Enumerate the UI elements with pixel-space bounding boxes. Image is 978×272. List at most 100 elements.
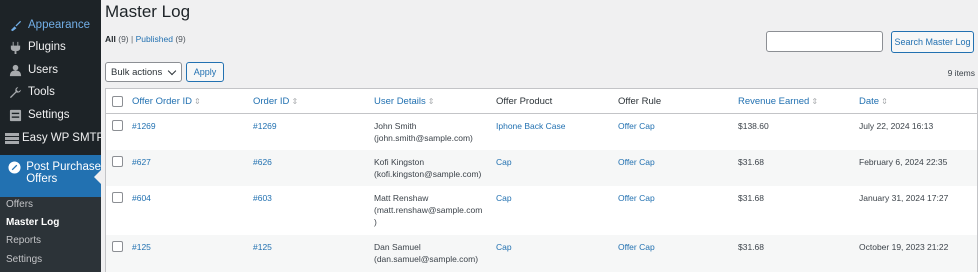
date: February 6, 2024 22:35 [859,157,948,167]
sidebar-item-plugins[interactable]: Plugins [0,36,101,58]
revenue-earned: $31.68 [738,242,764,252]
email-icon [5,132,19,144]
column-offer-order-id[interactable]: Offer Order ID ⇕ [132,96,201,108]
user-details: Kofi Kingston (kofi.kingston@sample.com) [374,156,481,180]
table-row: #627 #626 Kofi Kingston (kofi.kingston@sa… [106,150,977,186]
filter-published-label: Published [135,34,173,44]
status-filters: All (9) | Published (9) [105,34,186,44]
sort-icon: ⇕ [427,97,435,106]
submenu-item-reports[interactable]: Reports [6,235,41,246]
sidebar-item-label: Appearance [28,19,91,31]
sidebar-item-appearance[interactable]: Appearance [0,14,101,36]
sort-icon: ⇕ [881,97,888,106]
user-email-wrap: ) [374,217,377,227]
offer-rule-link[interactable]: Offer Cap [618,156,655,168]
user-details: Matt Renshaw (matt.renshaw@sample.com) [374,192,482,228]
sidebar-item-tools[interactable]: Tools [0,81,101,103]
bulk-actions-select[interactable]: Bulk actions [105,62,182,82]
offer-product-link[interactable]: Cap [496,156,512,168]
column-order-id[interactable]: Order ID ⇕ [253,96,298,108]
offer-product-link[interactable]: Cap [496,192,512,204]
search-master-log-button[interactable]: Search Master Log [891,31,974,53]
plug-icon [5,41,25,54]
order-id-link[interactable]: #125 [253,241,272,253]
date: January 31, 2024 17:27 [859,193,949,203]
page-title: Master Log [105,2,191,21]
user-email: (dan.samuel@sample.com) [374,254,479,264]
user-email: (john.smith@sample.com) [374,133,473,143]
offer-rule-link[interactable]: Offer Cap [618,120,655,132]
row-checkbox[interactable] [112,192,123,203]
column-label: Date [859,96,880,107]
table-row: #604 #603 Matt Renshaw (matt.renshaw@samp… [106,186,977,235]
sidebar-item-users[interactable]: Users [0,59,101,81]
offer-rule-link[interactable]: Offer Cap [618,192,655,204]
submenu: Offers Master Log Reports Settings [0,197,101,272]
apply-button[interactable]: Apply [186,62,224,82]
user-details: Dan Samuel (dan.samuel@sample.com) [374,241,478,265]
sidebar-item-settings[interactable]: Settings [0,104,101,126]
items-count: 9 items [947,68,975,78]
sidebar-item-label: Easy WP SMTP [22,132,101,144]
chevron-down-icon [167,66,177,76]
column-date[interactable]: Date ⇕ [859,96,888,108]
select-all-checkbox[interactable] [112,96,123,107]
filter-all-count: (9) [118,34,129,44]
sidebar-item-label: Post Purchase Offers [26,161,101,185]
sidebar-item-easy-wp-smtp[interactable]: Easy WP SMTP [0,127,101,149]
column-user-details[interactable]: User Details ⇕ [374,96,434,108]
submenu-item-master-log[interactable]: Master Log [6,217,59,228]
filter-separator: | [131,34,134,44]
offers-icon [5,161,23,174]
order-id-link[interactable]: #603 [253,192,272,204]
user-name: Kofi Kingston [374,157,425,167]
sort-icon: ⇕ [291,97,299,106]
wrench-icon [5,86,25,99]
user-icon [5,64,25,77]
offer-product-link[interactable]: Iphone Back Case [496,120,565,132]
date: October 19, 2023 21:22 [859,242,949,252]
offer-order-id-link[interactable]: #627 [132,156,151,168]
sort-icon: ⇕ [811,97,819,106]
column-offer-rule: Offer Rule [618,96,662,107]
sidebar-item-post-purchase-offers[interactable]: Post Purchase Offers [0,155,101,197]
revenue-earned: $31.68 [738,193,764,203]
sidebar-item-label: Users [28,64,59,76]
order-id-link[interactable]: #1269 [253,120,277,132]
submenu-item-settings[interactable]: Settings [6,254,42,265]
admin-sidebar: Appearance Plugins Users Tools Settings … [0,0,101,272]
offer-order-id-link[interactable]: #125 [132,241,151,253]
offer-product-link[interactable]: Cap [496,241,512,253]
sidebar-item-label: Settings [28,109,70,121]
column-label: Revenue Earned [738,96,810,107]
row-checkbox[interactable] [112,120,123,131]
offer-order-id-link[interactable]: #1269 [132,120,156,132]
current-menu-arrow [94,170,101,184]
table-row: #1269 #1269 John Smith (john.smith@sample… [106,114,977,150]
column-label: User Details [374,96,426,107]
user-name: Matt Renshaw [374,193,429,203]
column-label: Offer Order ID [132,96,193,107]
search-input[interactable] [766,31,883,52]
sidebar-item-label: Plugins [28,41,66,53]
bulk-actions-value: Bulk actions [111,66,163,78]
sidebar-active-label-line1: Post Purchase [26,161,101,173]
sidebar-active-label-line2: Offers [26,173,58,185]
offer-rule-link[interactable]: Offer Cap [618,241,655,253]
row-checkbox[interactable] [112,156,123,167]
main-content: Master Log All (9) | Published (9) Searc… [101,0,978,272]
filter-all[interactable]: All (9) [105,34,129,44]
revenue-earned: $31.68 [738,157,764,167]
order-id-link[interactable]: #626 [253,156,272,168]
user-name: Dan Samuel [374,242,421,252]
row-checkbox[interactable] [112,241,123,252]
filter-published[interactable]: Published (9) [136,34,186,44]
user-name: John Smith [374,121,417,131]
offer-order-id-link[interactable]: #604 [132,192,151,204]
table-header: Offer Order ID ⇕ Order ID ⇕ User Details ⇕ … [106,89,977,114]
column-revenue-earned[interactable]: Revenue Earned ⇕ [738,96,818,108]
user-email: (kofi.kingston@sample.com) [374,169,482,179]
submenu-item-offers[interactable]: Offers [6,199,33,210]
column-offer-product: Offer Product [496,96,553,107]
column-label: Order ID [253,96,290,107]
